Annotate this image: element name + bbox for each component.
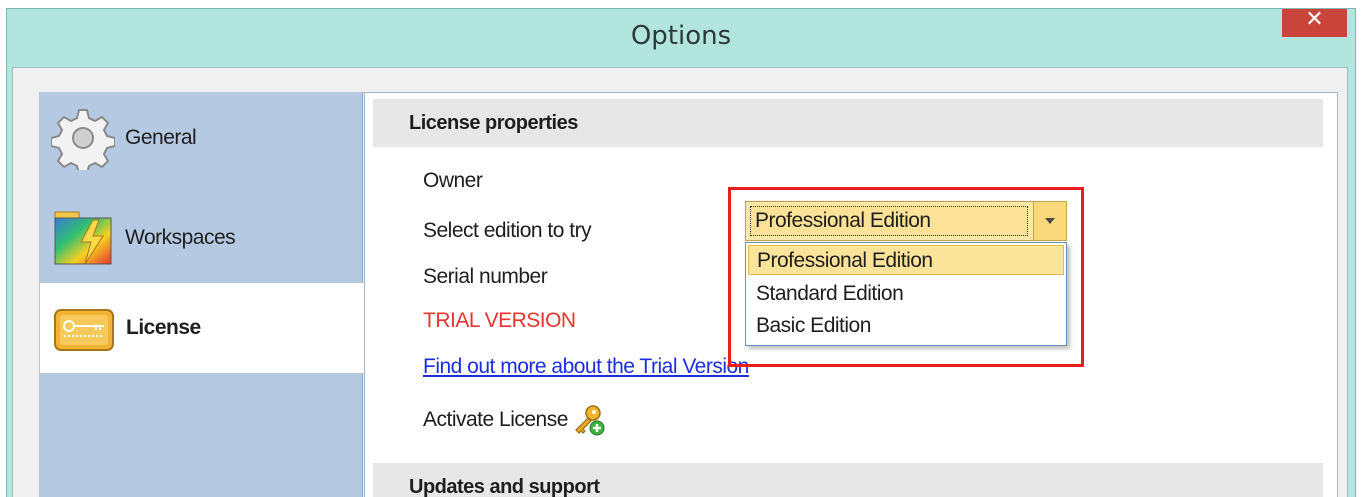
trial-version-label: TRIAL VERSION bbox=[423, 309, 576, 332]
close-icon: ✕ bbox=[1305, 8, 1324, 31]
close-button[interactable]: ✕ bbox=[1282, 8, 1347, 37]
chevron-down-icon bbox=[1045, 218, 1055, 224]
gear-icon bbox=[51, 109, 115, 170]
sidebar: General Workspaces License bbox=[39, 92, 365, 497]
sidebar-item-general[interactable]: General bbox=[39, 92, 362, 184]
license-key-icon bbox=[54, 309, 114, 351]
dialog-client-area: General Workspaces License License prope… bbox=[12, 67, 1348, 497]
section-header-updates-support: Updates and support bbox=[373, 463, 1323, 497]
edition-dropdown-value: Professional Edition bbox=[750, 206, 1028, 236]
edition-dropdown[interactable]: Professional Edition bbox=[745, 201, 1067, 241]
activate-license-text: Activate License bbox=[423, 408, 568, 431]
options-window: Options ✕ General Workspaces License Lic… bbox=[6, 8, 1356, 497]
workspaces-icon bbox=[54, 211, 112, 265]
edition-option-standard[interactable]: Standard Edition bbox=[748, 279, 1064, 309]
edition-option-basic[interactable]: Basic Edition bbox=[748, 311, 1064, 341]
sidebar-item-workspaces[interactable]: Workspaces bbox=[39, 192, 362, 284]
window-title: Options bbox=[630, 21, 732, 51]
owner-label: Owner bbox=[423, 169, 483, 192]
trial-info-link[interactable]: Find out more about the Trial Version bbox=[423, 355, 749, 379]
edition-option-professional[interactable]: Professional Edition bbox=[748, 245, 1064, 275]
sidebar-item-license[interactable]: License bbox=[39, 282, 365, 374]
serial-number-label: Serial number bbox=[423, 265, 548, 288]
activate-license-link[interactable]: Activate License bbox=[423, 403, 606, 437]
add-key-icon bbox=[575, 405, 605, 436]
sidebar-item-label: License bbox=[126, 316, 201, 339]
sidebar-item-label: General bbox=[125, 126, 197, 149]
title-bar[interactable]: Options ✕ bbox=[7, 9, 1355, 65]
select-edition-label: Select edition to try bbox=[423, 219, 592, 242]
section-header-license-properties: License properties bbox=[373, 99, 1323, 147]
sidebar-item-label: Workspaces bbox=[125, 226, 236, 249]
edition-dropdown-list: Professional Edition Standard Edition Ba… bbox=[745, 242, 1067, 346]
dropdown-arrow-button[interactable] bbox=[1033, 202, 1066, 240]
